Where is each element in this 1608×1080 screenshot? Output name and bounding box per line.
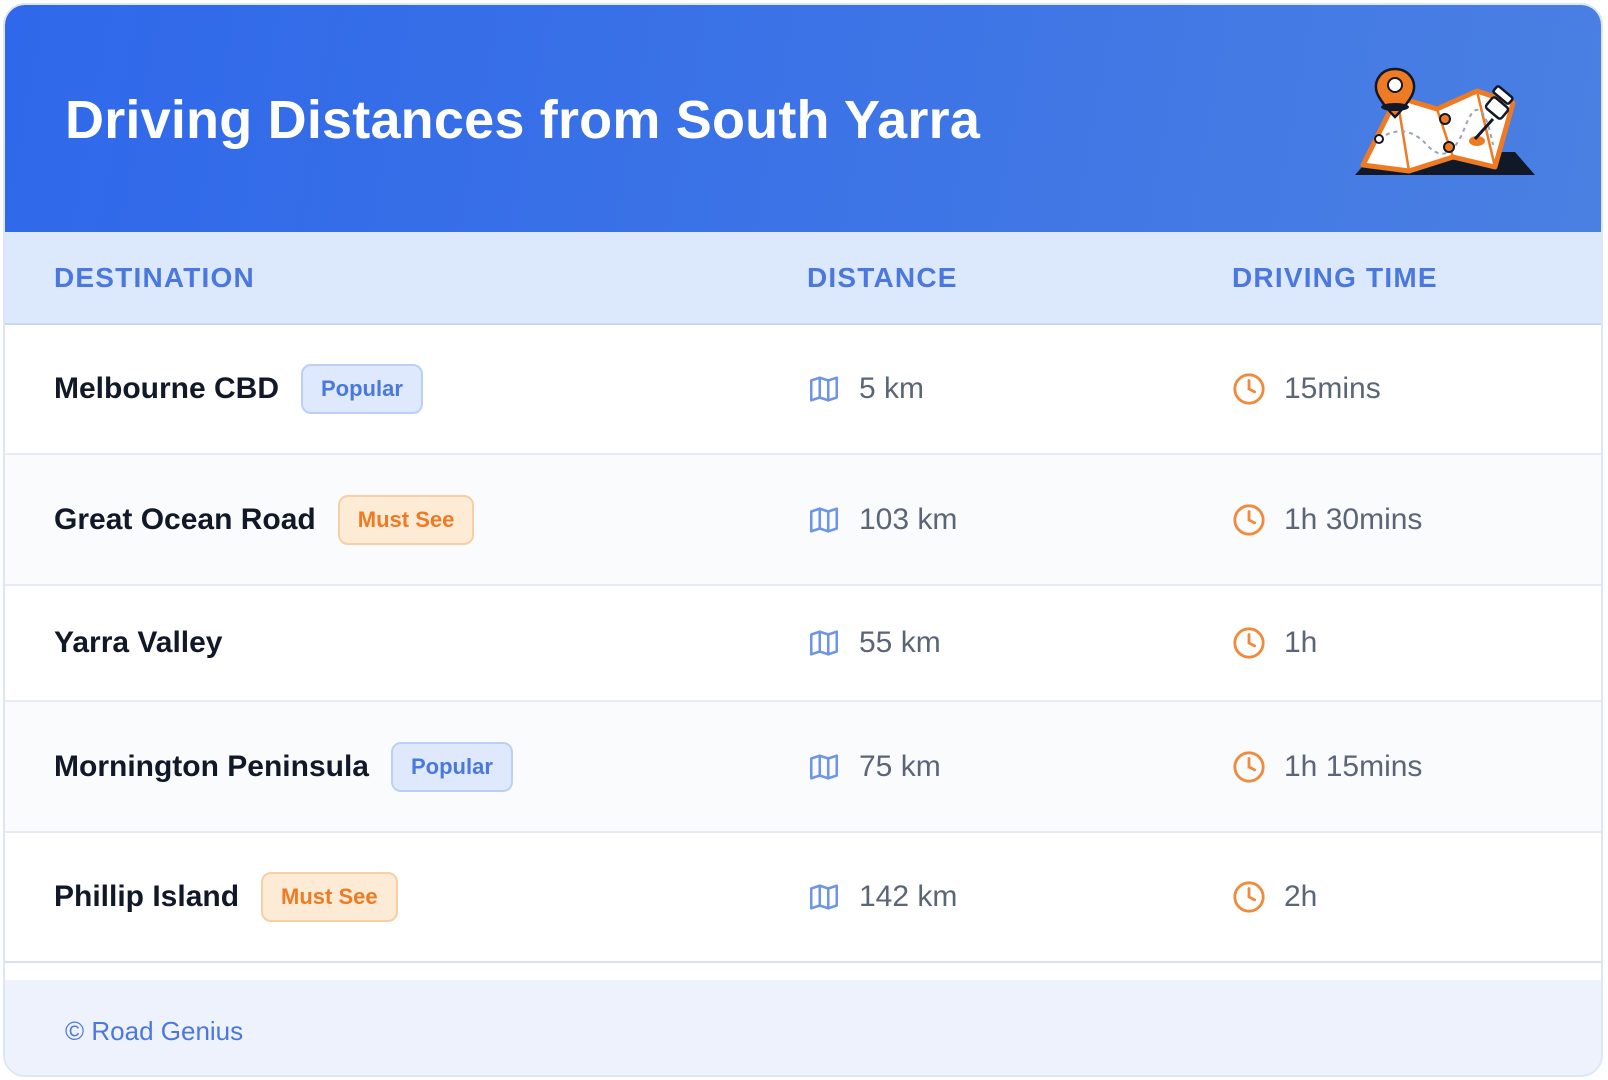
distance-value: 103 km xyxy=(859,502,958,536)
distance-value: 5 km xyxy=(859,372,925,405)
table-row[interactable]: Melbourne CBD Popular 5 km 15mins xyxy=(5,325,1601,455)
time-cell: 1h 30mins xyxy=(1232,503,1422,537)
popular-badge: Popular xyxy=(391,741,513,792)
distance-cell: 142 km xyxy=(807,880,957,914)
map-icon xyxy=(809,630,839,656)
column-header-distance[interactable]: DISTANCE xyxy=(807,262,958,294)
destination-cell: Phillip Island Must See xyxy=(54,872,398,922)
map-icon xyxy=(809,753,839,780)
time-value: 15mins xyxy=(1284,372,1381,405)
distance-card: Driving Distances from South Yarra DESTI… xyxy=(3,3,1603,1077)
destination-cell: Melbourne CBD Popular xyxy=(54,364,423,414)
column-header-driving-time[interactable]: DRIVING TIME xyxy=(1232,262,1438,294)
must-see-badge: Must See xyxy=(337,494,475,545)
page-title: Driving Distances from South Yarra xyxy=(65,90,981,150)
popular-badge: Popular xyxy=(301,364,423,414)
distance-cell: 55 km xyxy=(807,626,941,660)
copyright-text[interactable]: © Road Genius xyxy=(65,1016,243,1047)
distance-cell: 103 km xyxy=(807,503,957,537)
must-see-badge: Must See xyxy=(261,872,398,922)
distance-value: 55 km xyxy=(859,626,941,659)
destination-name: Phillip Island xyxy=(54,880,240,913)
table-row[interactable]: Great Ocean Road Must See 103 km 1h 30mi… xyxy=(5,455,1601,586)
time-value: 1h 30mins xyxy=(1284,502,1423,536)
distance-value: 142 km xyxy=(859,880,958,913)
distance-value: 75 km xyxy=(859,749,941,783)
table-row[interactable]: Mornington Peninsula Popular 75 km 1h 15… xyxy=(5,702,1601,833)
time-cell: 1h 15mins xyxy=(1232,750,1422,784)
time-value: 2h xyxy=(1284,880,1318,913)
map-icon xyxy=(809,506,839,533)
map-icon xyxy=(809,884,839,910)
clock-icon xyxy=(1233,750,1265,783)
distance-cell: 75 km xyxy=(807,750,941,784)
time-cell: 2h xyxy=(1232,880,1317,914)
card-header: Driving Distances from South Yarra xyxy=(5,5,1601,232)
column-header-destination[interactable]: DESTINATION xyxy=(54,262,255,294)
time-value: 1h 15mins xyxy=(1284,749,1423,783)
destination-cell: Mornington Peninsula Popular xyxy=(54,741,513,792)
map-with-pins-icon xyxy=(1355,67,1535,175)
map-icon xyxy=(809,376,839,402)
destination-cell: Yarra Valley xyxy=(54,626,223,660)
destination-name: Great Ocean Road xyxy=(54,502,316,536)
time-cell: 15mins xyxy=(1232,372,1381,406)
table-header: DESTINATION DISTANCE DRIVING TIME xyxy=(5,232,1601,325)
destination-cell: Great Ocean Road Must See xyxy=(54,494,475,545)
clock-icon xyxy=(1233,881,1265,913)
table-row[interactable]: Phillip Island Must See 142 km 2h xyxy=(5,833,1601,963)
card-footer: © Road Genius xyxy=(5,980,1601,1075)
clock-icon xyxy=(1233,627,1265,659)
time-cell: 1h xyxy=(1232,626,1317,660)
distance-cell: 5 km xyxy=(807,372,924,406)
destination-name: Mornington Peninsula xyxy=(54,749,369,783)
clock-icon xyxy=(1233,503,1265,536)
table-row[interactable]: Yarra Valley 55 km 1h xyxy=(5,586,1601,702)
time-value: 1h xyxy=(1284,626,1318,659)
clock-icon xyxy=(1233,373,1265,405)
destination-name: Melbourne CBD xyxy=(54,372,279,405)
destination-name: Yarra Valley xyxy=(54,626,223,659)
